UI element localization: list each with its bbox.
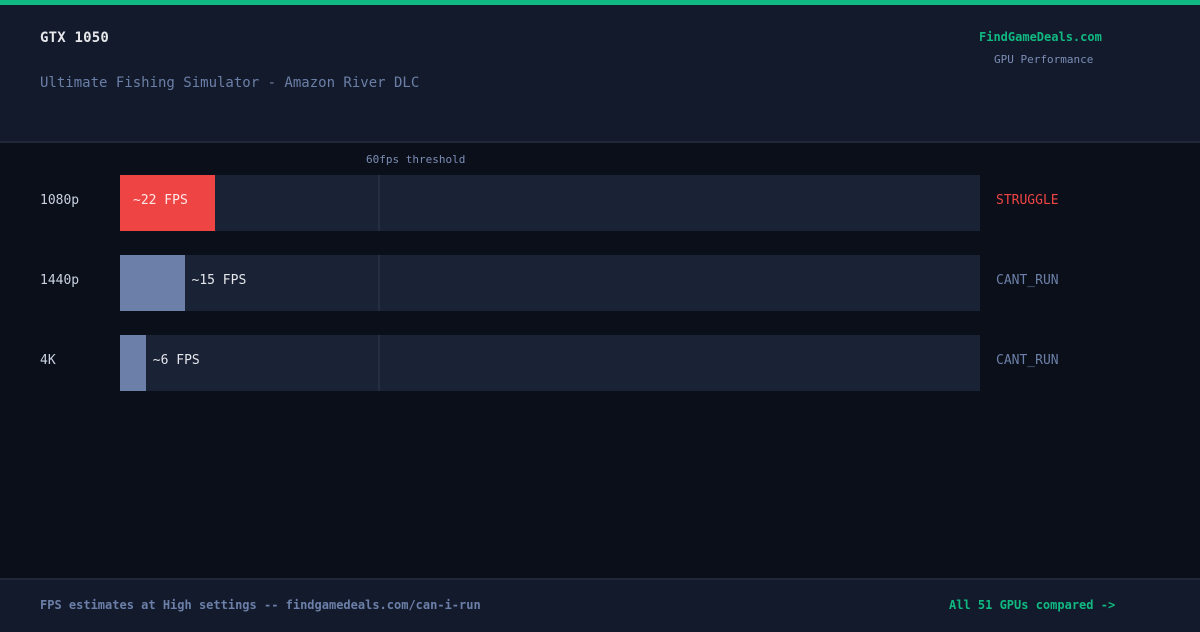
resolution-label: 1440p	[40, 273, 80, 288]
status-badge: CANT_RUN	[996, 353, 1059, 368]
resolution-label: 1080p	[40, 193, 80, 208]
fps-value-label: ~6 FPS	[152, 353, 200, 368]
bar-track: ~22 FPS	[120, 175, 980, 231]
fps-bar	[120, 255, 185, 311]
fps-value-label: ~15 FPS	[191, 273, 247, 288]
footer-note: FPS estimates at High settings -- findga…	[40, 598, 481, 612]
game-title: Ultimate Fishing Simulator - Amazon Rive…	[40, 75, 420, 91]
threshold-label: 60fps threshold	[366, 153, 466, 166]
footer: FPS estimates at High settings -- findga…	[0, 578, 1200, 632]
status-badge: STRUGGLE	[996, 193, 1059, 208]
brand-link[interactable]: FindGameDeals.com	[979, 30, 1102, 44]
resolution-label: 4K	[40, 353, 56, 368]
bar-track: ~6 FPS	[120, 335, 980, 391]
brand-subtitle: GPU Performance	[994, 53, 1094, 66]
fps-bar	[120, 335, 146, 391]
status-badge: CANT_RUN	[996, 273, 1059, 288]
threshold-line	[378, 335, 380, 391]
gpu-title: GTX 1050	[40, 30, 110, 46]
fps-chart: 60fps threshold 1080p ~22 FPS STRUGGLE 1440…	[0, 143, 1200, 578]
threshold-line	[378, 255, 380, 311]
threshold-line	[378, 175, 380, 231]
all-gpus-link[interactable]: All 51 GPUs compared ->	[949, 598, 1115, 612]
bar-track: ~15 FPS	[120, 255, 980, 311]
fps-value-label: ~22 FPS	[133, 193, 188, 208]
header: GTX 1050 Ultimate Fishing Simulator - Am…	[0, 5, 1200, 143]
